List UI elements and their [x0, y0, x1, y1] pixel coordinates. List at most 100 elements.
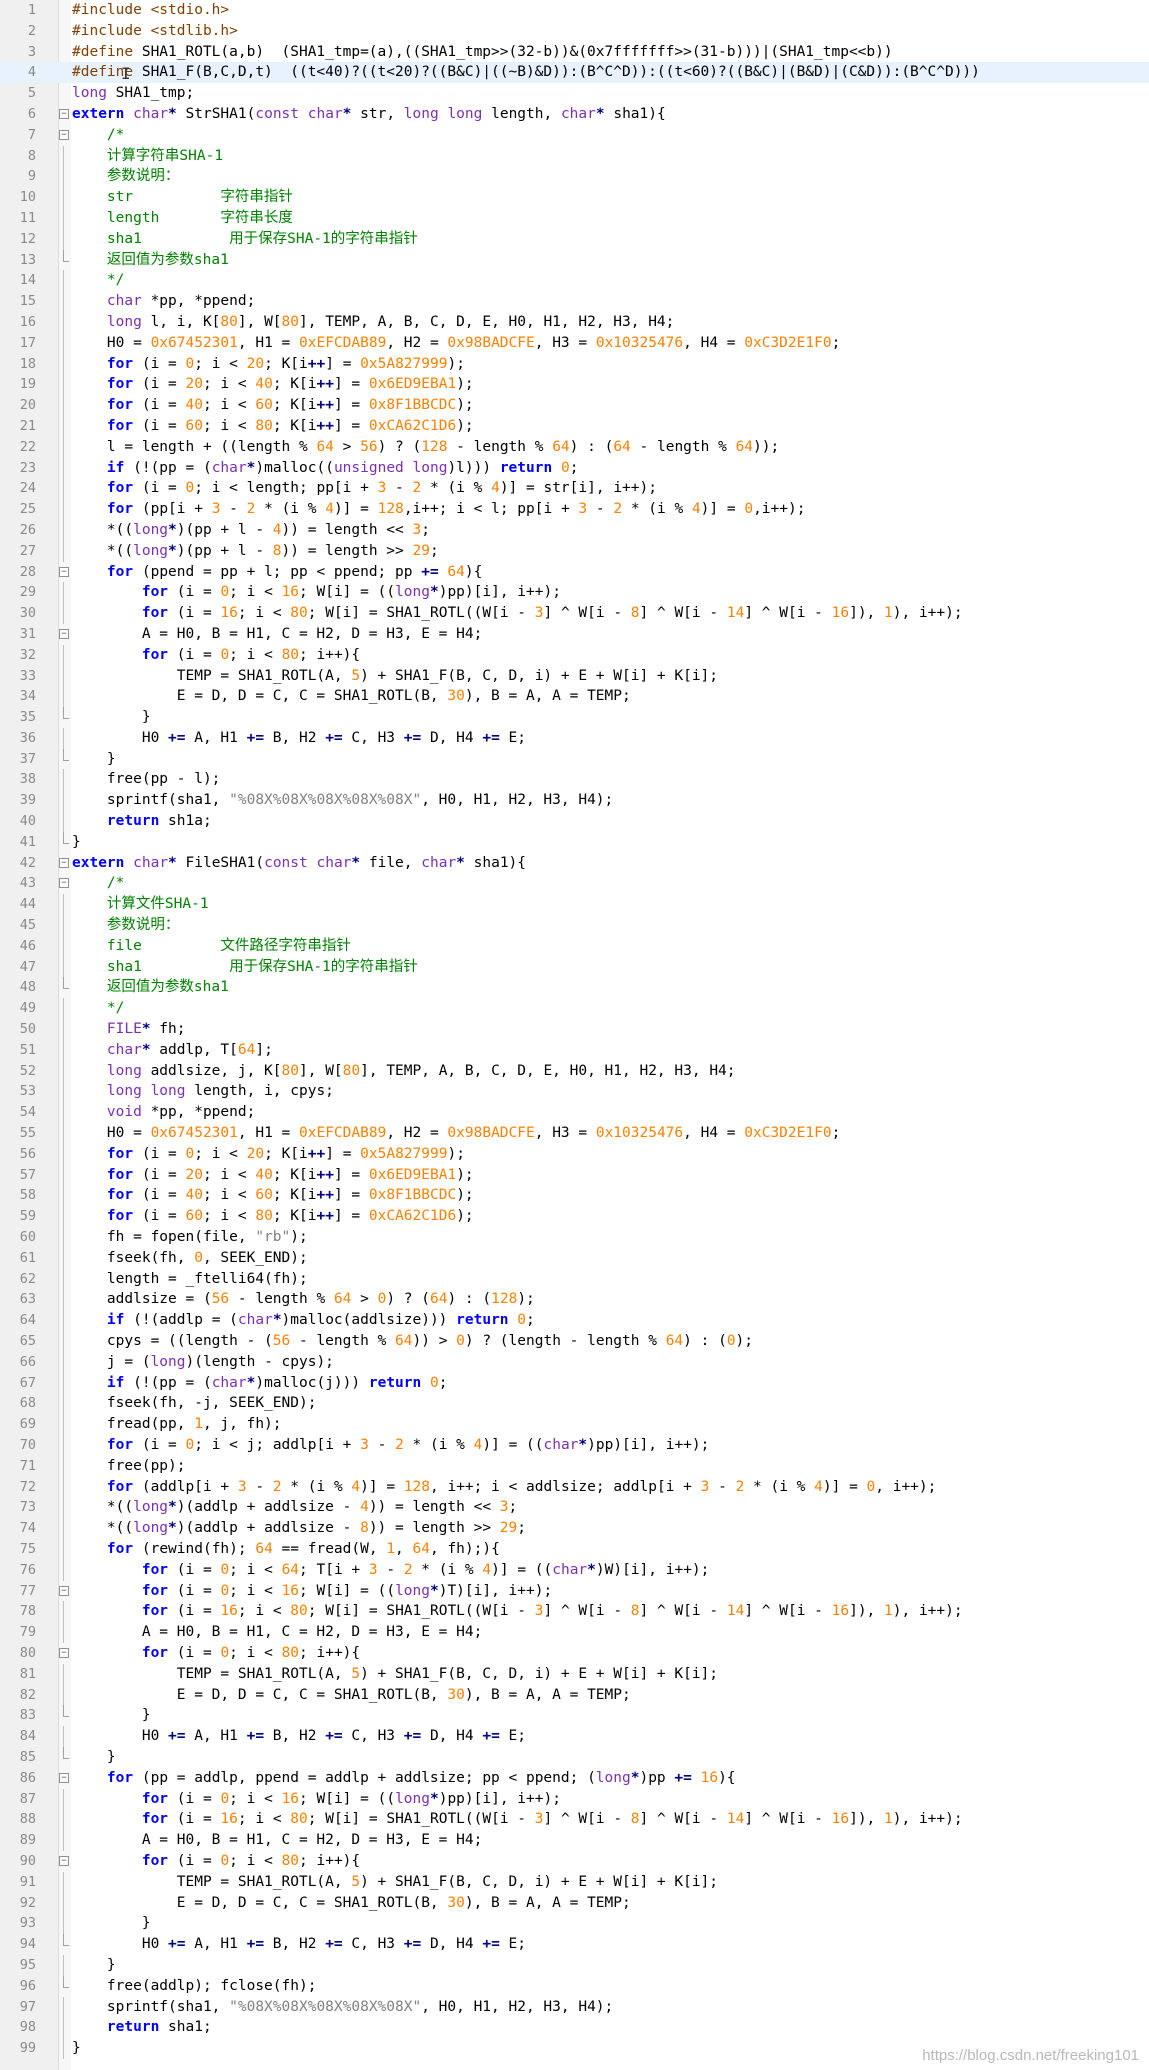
code-line[interactable]: 24 for (i = 0; i < length; pp[i + 3 - 2 …: [0, 478, 1149, 500]
code-line[interactable]: 77 − for (i = 0; i < 16; W[i] = ((long*)T…: [0, 1581, 1149, 1602]
code-line[interactable]: 70 for (i = 0; i < j; addlp[i + 3 - 2 * …: [0, 1434, 1149, 1456]
code-line[interactable]: 52 long addlsize, j, K[80], W[80], TEMP,…: [0, 1060, 1149, 1082]
code-line[interactable]: 83 }: [0, 1705, 1149, 1726]
code-line[interactable]: 65 cpys = ((length - (56 - length % 64))…: [0, 1331, 1149, 1352]
code-line[interactable]: 42− extern char* FileSHA1(const char* fil…: [0, 853, 1149, 874]
fold-toggle-icon[interactable]: −: [59, 1772, 69, 1783]
code-line[interactable]: 22 l = length + ((length % 64 > 56) ? (1…: [0, 436, 1149, 458]
code-line[interactable]: 49 */: [0, 998, 1149, 1020]
code-line[interactable]: 82 E = D, D = C, C = SHA1_ROTL(B, 30), B…: [0, 1684, 1149, 1706]
code-line[interactable]: 33 TEMP = SHA1_ROTL(A, 5) + SHA1_F(B, C,…: [0, 665, 1149, 687]
code-line[interactable]: 47 sha1 用于保存SHA-1的字符串指针: [0, 956, 1149, 978]
code-line[interactable]: 9 参数说明：: [0, 166, 1149, 188]
code-line[interactable]: 59 for (i = 60; i < 80; K[i++] = 0xCA62C…: [0, 1206, 1149, 1228]
code-line[interactable]: 78 for (i = 16; i < 80; W[i] = SHA1_ROTL…: [0, 1601, 1149, 1623]
code-line[interactable]: 21 for (i = 60; i < 80; K[i++] = 0xCA62C…: [0, 415, 1149, 437]
code-line[interactable]: 79 A = H0, B = H1, C = H2, D = H3, E = H…: [0, 1622, 1149, 1644]
code-line[interactable]: 14 */: [0, 270, 1149, 292]
fold-toggle-icon[interactable]: −: [59, 129, 69, 140]
code-line[interactable]: 67 if (!(pp = (char*)malloc(j))) return …: [0, 1372, 1149, 1394]
code-line[interactable]: 43 − /*: [0, 873, 1149, 894]
code-line[interactable]: 26 *((long*)(pp + l - 4)) = length << 3;: [0, 519, 1149, 541]
code-line[interactable]: 20 for (i = 40; i < 60; K[i++] = 0x8F1BB…: [0, 395, 1149, 417]
code-line[interactable]: 69 fread(pp, 1, j, fh);: [0, 1414, 1149, 1436]
code-line[interactable]: 72 for (addlp[i + 3 - 2 * (i % 4)] = 128…: [0, 1476, 1149, 1498]
fold-toggle-icon[interactable]: −: [59, 878, 69, 889]
code-line[interactable]: 38 free(pp - l);: [0, 769, 1149, 791]
code-line[interactable]: 45 参数说明：: [0, 915, 1149, 937]
fold-toggle-icon[interactable]: −: [59, 1585, 69, 1596]
fold-toggle-icon[interactable]: −: [59, 1647, 69, 1658]
code-line[interactable]: 34 E = D, D = C, C = SHA1_ROTL(B, 30), B…: [0, 686, 1149, 708]
code-line[interactable]: 40 return sh1a;: [0, 811, 1149, 833]
code-line[interactable]: 13 返回值为参数sha1: [0, 249, 1149, 271]
code-line[interactable]: 51 char* addlp, T[64];: [0, 1039, 1149, 1061]
code-line[interactable]: 12 sha1 用于保存SHA-1的字符串指针: [0, 228, 1149, 250]
code-line[interactable]: 3 #define SHA1_ROTL(a,b) (SHA1_tmp=(a),((…: [0, 42, 1149, 63]
code-line[interactable]: 31 − A = H0, B = H1, C = H2, D = H3, E = …: [0, 624, 1149, 645]
code-line[interactable]: 7 − /*: [0, 125, 1149, 146]
code-line[interactable]: 30 for (i = 16; i < 80; W[i] = SHA1_ROTL…: [0, 603, 1149, 625]
code-line[interactable]: 39 sprintf(sha1, "%08X%08X%08X%08X%08X",…: [0, 790, 1149, 812]
code-line[interactable]: 6 − extern char* StrSHA1(const char* str, …: [0, 104, 1149, 125]
code-line[interactable]: 15 char *pp, *ppend;: [0, 291, 1149, 313]
code-line[interactable]: 5 long SHA1_tmp;: [0, 83, 1149, 104]
code-line[interactable]: 64 if (!(addlp = (char*)malloc(addlsize)…: [0, 1310, 1149, 1332]
code-line[interactable]: 46 file 文件路径字符串指针: [0, 935, 1149, 957]
code-line[interactable]: 25 for (pp[i + 3 - 2 * (i % 4)] = 128,i+…: [0, 499, 1149, 521]
code-line[interactable]: 54 void *pp, *ppend;: [0, 1102, 1149, 1124]
code-line[interactable]: 86 − for (pp = addlp, ppend = addlp + add…: [0, 1768, 1149, 1789]
code-line[interactable]: 29 for (i = 0; i < 16; W[i] = ((long*)pp…: [0, 582, 1149, 604]
code-line[interactable]: 66 j = (long)(length - cpys);: [0, 1351, 1149, 1373]
code-line[interactable]: 68 fseek(fh, -j, SEEK_END);: [0, 1393, 1149, 1415]
code-line[interactable]: 19 for (i = 20; i < 40; K[i++] = 0x6ED9E…: [0, 374, 1149, 396]
code-line[interactable]: 16 long l, i, K[80], W[80], TEMP, A, B, …: [0, 311, 1149, 333]
code-line[interactable]: 81 TEMP = SHA1_ROTL(A, 5) + SHA1_F(B, C,…: [0, 1663, 1149, 1685]
code-line[interactable]: 41}: [0, 831, 1149, 853]
code-line[interactable]: 27 *((long*)(pp + l - 8)) = length >> 29…: [0, 540, 1149, 562]
code-line[interactable]: 96 free(addlp); fclose(fh);: [0, 1975, 1149, 1997]
code-line[interactable]: 80− for (i = 0; i < 80; i++){: [0, 1643, 1149, 1664]
code-line[interactable]: 50 FILE* fh;: [0, 1019, 1149, 1041]
code-line[interactable]: 1 #include <stdio.h>: [0, 0, 1149, 21]
code-line[interactable]: 23 if (!(pp = (char*)malloc((unsigned lo…: [0, 457, 1149, 479]
code-line[interactable]: 74 *((long*)(addlp + addlsize - 8)) = le…: [0, 1518, 1149, 1540]
code-line[interactable]: 60 fh = fopen(file, "rb");: [0, 1227, 1149, 1249]
code-line[interactable]: 63 addlsize = (56 - length % 64 > 0) ? (…: [0, 1289, 1149, 1311]
code-line[interactable]: 94 H0 += A, H1 += B, H2 += C, H3 += D, H…: [0, 1934, 1149, 1955]
code-line[interactable]: 97 sprintf(sha1, "%08X%08X%08X%08X%08X",…: [0, 1996, 1149, 2018]
code-line[interactable]: 61 fseek(fh, 0, SEEK_END);: [0, 1247, 1149, 1269]
code-line[interactable]: 55 H0 = 0x67452301, H1 = 0xEFCDAB89, H2 …: [0, 1123, 1149, 1145]
code-line[interactable]: 2 #include <stdlib.h>: [0, 21, 1149, 42]
code-line[interactable]: 8 计算字符串SHA-1: [0, 145, 1149, 167]
fold-toggle-icon[interactable]: −: [59, 628, 69, 639]
code-line[interactable]: 58 for (i = 40; i < 60; K[i++] = 0x8F1BB…: [0, 1185, 1149, 1207]
fold-toggle-icon[interactable]: −: [59, 857, 69, 868]
code-line[interactable]: 4 #define SHA1_F(B,C,D,t) ((t<40)?((t<20)…: [0, 62, 1149, 84]
code-line[interactable]: 92 E = D, D = C, C = SHA1_ROTL(B, 30), B…: [0, 1892, 1149, 1914]
fold-toggle-icon[interactable]: −: [59, 108, 69, 119]
code-line[interactable]: 75 for (rewind(fh); 64 == fread(W, 1, 64…: [0, 1538, 1149, 1560]
code-line[interactable]: 98 return sha1;: [0, 2017, 1149, 2039]
code-line[interactable]: 73 *((long*)(addlp + addlsize - 4)) = le…: [0, 1497, 1149, 1519]
code-line[interactable]: 53 long long length, i, cpys;: [0, 1081, 1149, 1103]
fold-toggle-icon[interactable]: −: [59, 1855, 69, 1866]
code-line[interactable]: 85 }: [0, 1746, 1149, 1768]
code-line[interactable]: 28 − for (ppend = pp + l; pp < ppend; pp …: [0, 562, 1149, 583]
code-line[interactable]: 37 }: [0, 748, 1149, 770]
code-line[interactable]: 84 H0 += A, H1 += B, H2 += C, H3 += D, H…: [0, 1726, 1149, 1748]
code-line[interactable]: 93 }: [0, 1913, 1149, 1935]
code-line[interactable]: 18 for (i = 0; i < 20; K[i++] = 0x5A8279…: [0, 353, 1149, 375]
code-line[interactable]: 91 TEMP = SHA1_ROTL(A, 5) + SHA1_F(B, C,…: [0, 1871, 1149, 1893]
code-line[interactable]: 87 for (i = 0; i < 16; W[i] = ((long*)pp…: [0, 1788, 1149, 1810]
code-line[interactable]: 48 返回值为参数sha1: [0, 977, 1149, 998]
code-line[interactable]: 11 length 字符串长度: [0, 207, 1149, 229]
code-line[interactable]: 10 str 字符串指针: [0, 187, 1149, 209]
code-line[interactable]: 95 }: [0, 1954, 1149, 1976]
code-line[interactable]: 36 H0 += A, H1 += B, H2 += C, H3 += D, H…: [0, 727, 1149, 749]
code-line[interactable]: 89 A = H0, B = H1, C = H2, D = H3, E = H…: [0, 1830, 1149, 1852]
code-line[interactable]: 71 free(pp);: [0, 1455, 1149, 1477]
code-line[interactable]: 17 H0 = 0x67452301, H1 = 0xEFCDAB89, H2 …: [0, 332, 1149, 354]
code-line[interactable]: 88 for (i = 16; i < 80; W[i] = SHA1_ROTL…: [0, 1809, 1149, 1831]
code-line[interactable]: 62 length = _ftelli64(fh);: [0, 1268, 1149, 1290]
